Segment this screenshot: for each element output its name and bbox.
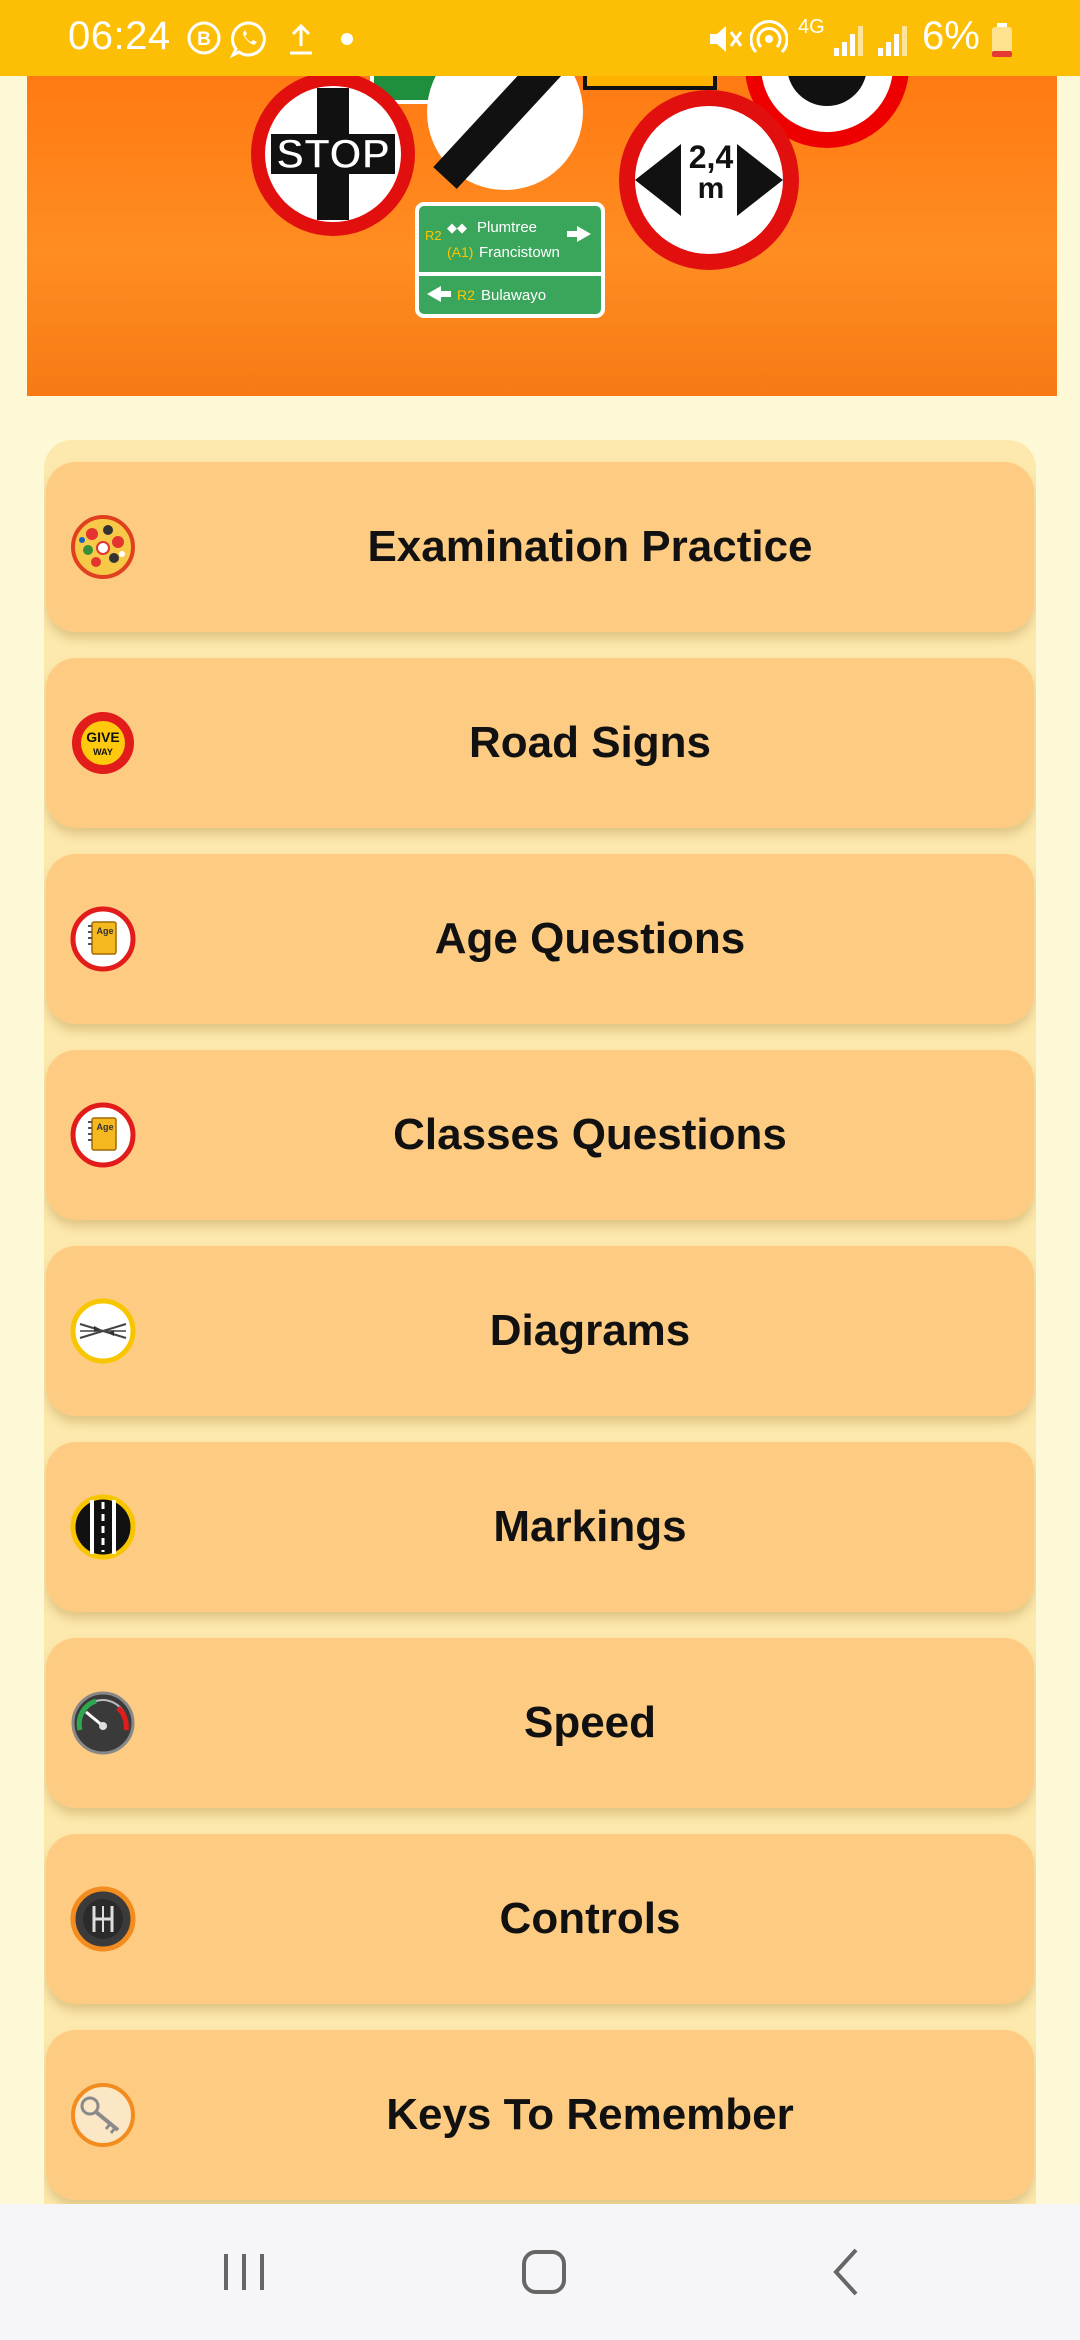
menu-item-label: Keys To Remember [386,2090,794,2139]
network-type-label: 4G [798,16,825,38]
menu-item-controls[interactable]: Controls [46,1834,1034,2004]
direction-route-1: R2 [425,228,442,243]
height-sign-value: 2,4 [689,139,734,175]
end-restriction-sign [427,76,583,190]
status-bar: 06:24 B 4G 6% [0,0,1080,76]
back-button[interactable] [808,2242,888,2302]
examination-practice-icon [71,515,135,579]
signal-icon [834,26,863,56]
road-signs-banner: STOP 2,4 m R2 ◆◆ Plumtree (A1) Francisto… [27,76,1057,396]
direction-alt-route: (A1) [447,244,473,260]
home-button[interactable] [504,2242,584,2302]
status-time: 06:24 [68,14,171,58]
menu-item-label: Classes Questions [393,1110,787,1159]
upload-icon [290,23,312,55]
direction-dest-plumtree: Plumtree [477,219,537,236]
battery-percent: 6% [922,14,980,58]
age-notebook-icon: Age [70,1102,136,1168]
recent-apps-button[interactable] [204,2242,284,2302]
direction-sign: R2 ◆◆ Plumtree (A1) Francistown R2 Bulaw… [415,202,605,318]
diagram-icon [70,1298,136,1364]
key-icon [71,2083,135,2147]
menu-item-label: Markings [493,1502,687,1551]
black-sign-partial [583,76,717,90]
svg-text:Age: Age [96,1122,113,1132]
hotspot-icon [750,20,788,54]
menu-item-label: Age Questions [434,914,746,963]
svg-text:WAY: WAY [93,747,113,757]
svg-text:B: B [197,29,211,50]
signal-icon [878,26,907,56]
give-way-sign-icon: GIVE WAY [72,712,134,774]
dot-icon [341,33,353,45]
whatsapp-icon [230,21,266,58]
main-menu: Examination Practice GIVE WAY Road Signs… [44,440,1036,2204]
stop-sign: STOP [251,76,415,236]
menu-item-keys-to-remember[interactable]: Keys To Remember [46,2030,1034,2200]
menu-item-speed[interactable]: Speed [46,1638,1034,1808]
svg-text:GIVE: GIVE [86,729,119,745]
menu-item-label: Speed [523,1698,657,1747]
menu-item-diagrams[interactable]: Diagrams [46,1246,1034,1416]
banner-illustration: STOP 2,4 m R2 ◆◆ Plumtree (A1) Francisto… [251,76,909,318]
stop-sign-text: STOP [276,130,390,177]
menu-item-classes-questions[interactable]: Age Classes Questions [46,1050,1034,1220]
menu-item-age-questions[interactable]: Age Age Questions [46,854,1034,1024]
menu-item-markings[interactable]: Markings [46,1442,1034,1612]
height-sign-unit: m [698,172,725,205]
menu-item-label: Controls [499,1894,681,1943]
direction-route-2: R2 [457,287,475,303]
direction-dest-francistown: Francistown [479,244,560,261]
mute-icon [710,26,743,52]
menu-item-label: Diagrams [489,1306,691,1355]
menu-item-label: Examination Practice [367,522,813,571]
battery-icon [992,23,1012,57]
b-circle-icon: B [187,21,221,55]
menu-item-label: Road Signs [468,718,712,767]
gear-shift-icon [70,1886,136,1952]
height-restriction-sign: 2,4 m [619,90,799,270]
svg-text:Age: Age [96,926,113,936]
speedometer-icon [71,1691,135,1755]
age-notebook-icon: Age [70,906,136,972]
direction-dest-bulawayo: Bulawayo [481,287,546,304]
menu-item-road-signs[interactable]: GIVE WAY Road Signs [46,658,1034,828]
svg-text:◆◆: ◆◆ [447,220,467,235]
road-marking-icon [70,1494,136,1560]
menu-item-examination-practice[interactable]: Examination Practice [46,462,1034,632]
system-navigation-bar [0,2204,1080,2340]
